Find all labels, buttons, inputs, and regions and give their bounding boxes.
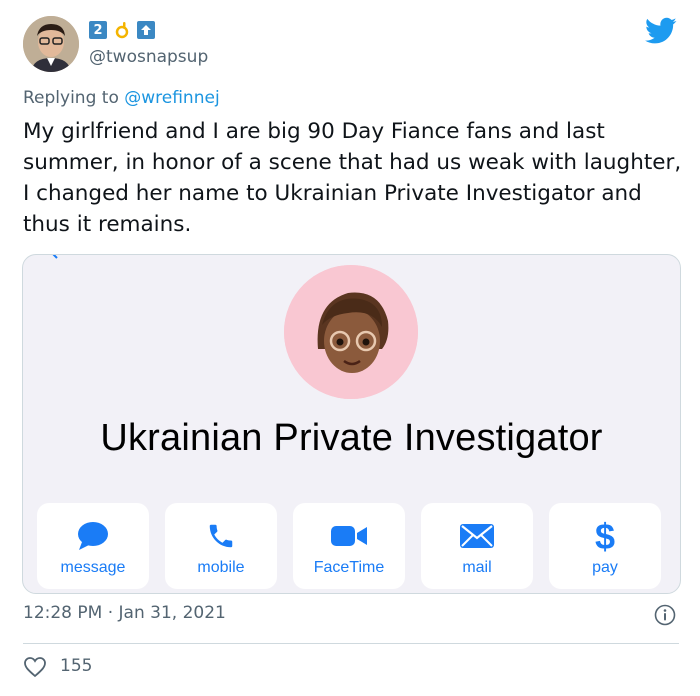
number-badge: 2 <box>89 21 107 39</box>
mobile-action-label: mobile <box>197 559 245 576</box>
info-icon[interactable] <box>654 604 676 626</box>
pay-action-button[interactable]: $ pay <box>549 503 661 589</box>
dollar-icon: $ <box>549 517 661 555</box>
facetime-action-label: FaceTime <box>313 559 385 576</box>
mobile-action-button[interactable]: mobile <box>165 503 277 589</box>
reply-prefix: Replying to <box>23 88 125 108</box>
reply-context: Replying to @wrefinnej <box>23 88 220 108</box>
pay-action-label: pay <box>592 559 618 576</box>
tweet-text: My girlfriend and I are big 90 Day Fianc… <box>23 119 682 237</box>
svg-text:$: $ <box>595 517 615 555</box>
message-bubble-icon <box>37 519 149 553</box>
author-badges: 2 <box>89 21 155 39</box>
contact-memoji-avatar <box>284 265 418 399</box>
tweet-media-image[interactable]: Ukrainian Private Investigator message m… <box>22 254 681 594</box>
message-action-button[interactable]: message <box>37 503 149 589</box>
mail-action-button[interactable]: mail <box>421 503 533 589</box>
author-avatar[interactable] <box>23 16 79 72</box>
contact-name: Ukrainian Private Investigator <box>100 417 603 459</box>
video-camera-icon <box>293 519 405 553</box>
up-arrow-icon <box>137 21 155 39</box>
like-count: 155 <box>60 656 93 676</box>
twitter-logo-icon[interactable] <box>645 17 677 45</box>
heart-icon[interactable] <box>23 656 47 678</box>
envelope-icon <box>421 519 533 553</box>
chevron-fragment-icon <box>52 255 58 259</box>
facetime-action-button[interactable]: FaceTime <box>293 503 405 589</box>
tweet-timestamp[interactable]: 12:28 PM · Jan 31, 2021 <box>23 603 226 623</box>
phone-icon <box>165 519 277 553</box>
reply-mention-link[interactable]: @wrefinnej <box>124 88 219 108</box>
mail-action-label: mail <box>462 559 492 576</box>
message-action-label: message <box>60 559 126 576</box>
ok-hand-icon <box>113 21 131 39</box>
author-handle[interactable]: @twosnapsup <box>89 47 208 67</box>
divider <box>23 643 679 644</box>
